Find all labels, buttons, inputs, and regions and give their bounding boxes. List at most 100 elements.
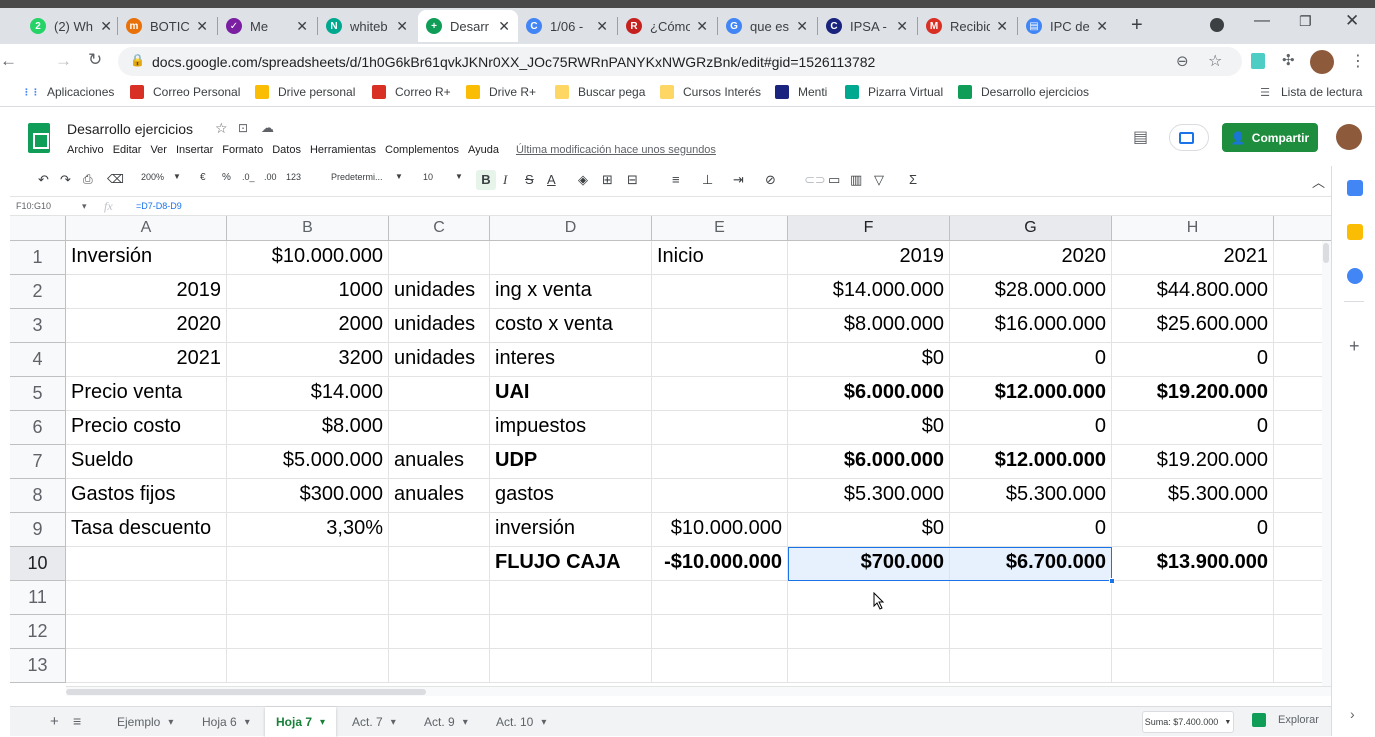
horizontal-scroll-thumb[interactable] — [66, 689, 426, 695]
cell-g1[interactable]: 2020 — [950, 241, 1112, 275]
cell-a10[interactable] — [66, 547, 227, 581]
cell-h7[interactable]: $19.200.000 — [1112, 445, 1274, 479]
bookmark-item[interactable]: ⋮⋮ Aplicaciones — [22, 85, 114, 99]
cell-b4[interactable]: 3200 — [227, 343, 389, 377]
column-header-c[interactable]: C — [389, 216, 490, 241]
menu-complementos[interactable]: Complementos — [385, 144, 459, 156]
cell-b2[interactable]: 1000 — [227, 275, 389, 309]
cell-c8[interactable]: anuales — [389, 479, 490, 513]
column-header-d[interactable]: D — [490, 216, 652, 241]
redo-icon[interactable]: ↷ — [60, 172, 71, 188]
cell-a1[interactable]: Inversión — [66, 241, 227, 275]
cell-g11[interactable] — [950, 581, 1112, 615]
vertical-scroll-thumb[interactable] — [1323, 243, 1329, 263]
row-header[interactable]: 9 — [10, 513, 66, 547]
cell-b9[interactable]: 3,30% — [227, 513, 389, 547]
cell-c7[interactable]: anuales — [389, 445, 490, 479]
row-header[interactable]: 10 — [10, 547, 66, 581]
borders-icon[interactable]: ⊞ — [602, 172, 613, 188]
cell-c9[interactable] — [389, 513, 490, 547]
tab-close-icon[interactable]: ✕ — [596, 18, 608, 35]
sheet-tab-dropdown-icon[interactable]: ▾ — [168, 717, 173, 728]
column-header-g[interactable]: G — [950, 216, 1112, 241]
bookmark-item[interactable]: Drive R+ — [466, 85, 536, 99]
bookmark-item[interactable]: Drive personal — [255, 85, 355, 99]
cell-a6[interactable]: Precio costo — [66, 411, 227, 445]
sheets-logo-icon[interactable] — [28, 123, 50, 153]
zoom-dropdown-icon[interactable]: ▼ — [173, 172, 181, 181]
cell-a5[interactable]: Precio venta — [66, 377, 227, 411]
browser-tab[interactable]: ▤ IPC de ✕ — [1018, 10, 1116, 42]
minimize-icon[interactable]: — — [1254, 12, 1270, 30]
reload-icon[interactable]: ↻ — [88, 50, 102, 70]
font-dropdown-icon[interactable]: ▼ — [395, 172, 403, 181]
bookmark-item[interactable]: Correo R+ — [372, 85, 451, 99]
menu-datos[interactable]: Datos — [272, 144, 301, 156]
tab-close-icon[interactable]: ✕ — [996, 18, 1008, 35]
cell-g9[interactable]: 0 — [950, 513, 1112, 547]
cell-b7[interactable]: $5.000.000 — [227, 445, 389, 479]
cell-d9[interactable]: inversión — [490, 513, 652, 547]
cell-h10[interactable]: $13.900.000 — [1112, 547, 1274, 581]
cell-h6[interactable]: 0 — [1112, 411, 1274, 445]
cell-d3[interactable]: costo x venta — [490, 309, 652, 343]
cell-f13[interactable] — [788, 649, 950, 683]
row-header[interactable]: 5 — [10, 377, 66, 411]
font-select[interactable]: Predetermi... — [331, 172, 383, 182]
cell-b3[interactable]: 2000 — [227, 309, 389, 343]
cell-f4[interactable]: $0 — [788, 343, 950, 377]
cell-h12[interactable] — [1112, 615, 1274, 649]
document-title[interactable]: Desarrollo ejercicios — [67, 121, 193, 137]
cell-f5[interactable]: $6.000.000 — [788, 377, 950, 411]
more-formats-button[interactable]: 123 — [286, 172, 301, 182]
undo-icon[interactable]: ↶ — [38, 172, 49, 188]
column-header-h[interactable]: H — [1112, 216, 1274, 241]
text-wrap-icon[interactable]: ⇥ — [733, 172, 744, 188]
cell-a9[interactable]: Tasa descuento — [66, 513, 227, 547]
cell-e11[interactable] — [652, 581, 788, 615]
move-folder-icon[interactable]: ⊡ — [238, 121, 248, 135]
back-icon[interactable]: ← — [0, 51, 17, 71]
profile-avatar[interactable] — [1310, 50, 1334, 74]
cell-d6[interactable]: impuestos — [490, 411, 652, 445]
formula-input[interactable]: =D7-D8-D9 — [136, 201, 182, 211]
insert-chart-icon[interactable]: ▥ — [850, 172, 862, 188]
sheet-tab[interactable]: Ejemplo ▾ — [106, 707, 184, 737]
menu-ayuda[interactable]: Ayuda — [468, 144, 499, 156]
browser-tab[interactable]: C 1/06 - ✕ — [518, 10, 616, 42]
cell-h11[interactable] — [1112, 581, 1274, 615]
cell-a12[interactable] — [66, 615, 227, 649]
expand-panel-icon[interactable]: › — [1350, 706, 1355, 722]
browser-tab[interactable]: 2 (2) Wh ✕ — [22, 10, 120, 42]
browser-tab[interactable]: + Desarr ✕ — [418, 10, 518, 42]
percent-button[interactable]: % — [222, 172, 231, 183]
cell-b12[interactable] — [227, 615, 389, 649]
account-avatar[interactable] — [1336, 124, 1362, 150]
extensions-puzzle-icon[interactable]: ✣ — [1282, 51, 1295, 69]
cell-d10[interactable]: FLUJO CAJA — [490, 547, 652, 581]
cell-f3[interactable]: $8.000.000 — [788, 309, 950, 343]
text-rotation-icon[interactable]: ⊘ — [765, 172, 776, 188]
increase-decimal-button[interactable]: .00 — [264, 172, 277, 182]
row-header[interactable]: 2 — [10, 275, 66, 309]
cell-b13[interactable] — [227, 649, 389, 683]
cell-e12[interactable] — [652, 615, 788, 649]
italic-button[interactable]: I — [503, 172, 507, 188]
browser-tab[interactable]: Gque es ✕ — [718, 10, 816, 42]
cell-g8[interactable]: $5.300.000 — [950, 479, 1112, 513]
menu-insertar[interactable]: Insertar — [176, 144, 213, 156]
sheet-tab[interactable]: Hoja 7 ▾ — [265, 707, 337, 737]
cell-e8[interactable] — [652, 479, 788, 513]
name-box-dropdown-icon[interactable]: ▾ — [82, 201, 87, 212]
cell-f10[interactable]: $700.000 — [788, 547, 950, 581]
bookmark-item[interactable]: Correo Personal — [130, 85, 240, 99]
reading-list[interactable]: ☰ Lista de lectura — [1258, 85, 1362, 99]
menu-formato[interactable]: Formato — [222, 144, 263, 156]
cell-f9[interactable]: $0 — [788, 513, 950, 547]
cell-f7[interactable]: $6.000.000 — [788, 445, 950, 479]
cell-g2[interactable]: $28.000.000 — [950, 275, 1112, 309]
row-header[interactable]: 1 — [10, 241, 66, 275]
cell-b1[interactable]: $10.000.000 — [227, 241, 389, 275]
strikethrough-button[interactable]: S — [525, 172, 534, 187]
select-all-corner[interactable] — [10, 216, 66, 241]
